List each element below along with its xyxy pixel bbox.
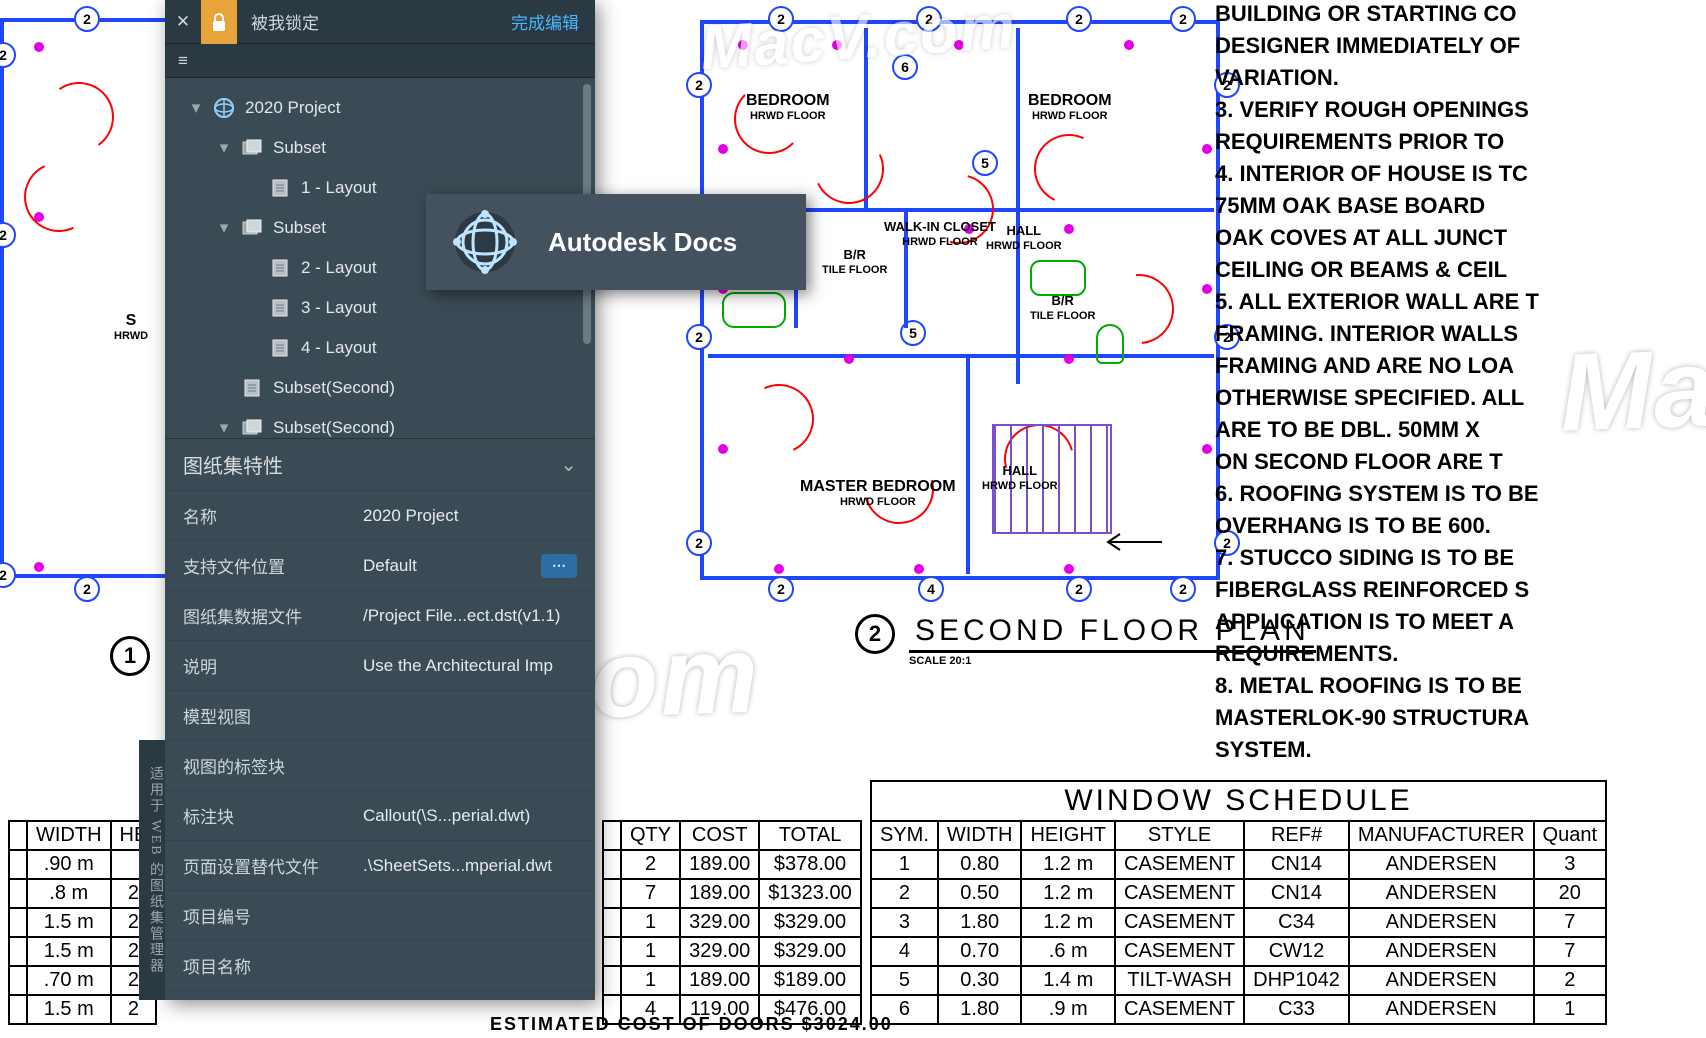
- door-table-left: WIDTHHE.90 m.8 m21.5 m21.5 m2.70 m21.5 m…: [8, 820, 157, 1025]
- property-row[interactable]: 图纸集数据文件/Project File...ect.dst(v1.1): [165, 590, 595, 640]
- property-label: 页面设置替代文件: [183, 853, 363, 878]
- close-icon[interactable]: ✕: [165, 12, 201, 32]
- table-row: .90 m: [9, 850, 156, 879]
- subset-icon: [241, 217, 263, 239]
- property-value[interactable]: /Project File...ect.dst(v1.1): [363, 606, 577, 626]
- tree-label: Subset(Second): [273, 378, 595, 398]
- tree-item[interactable]: Subset(Second): [171, 368, 595, 408]
- tree-label: 4 - Layout: [301, 338, 595, 358]
- table-row: 1.5 m2: [9, 908, 156, 937]
- table-row: 1.5 m2: [9, 937, 156, 966]
- table-row: 31.801.2 mCASEMENTC34ANDERSEN7: [871, 908, 1606, 937]
- cost-table: QTYCOSTTOTAL2189.00$378.007189.00$1323.0…: [602, 820, 862, 1025]
- property-label: 项目名称: [183, 953, 363, 978]
- sheetset-icon: [213, 97, 235, 119]
- property-label: 标注块: [183, 803, 363, 828]
- table-row: 20.501.2 mCASEMENTCN14ANDERSEN20: [871, 879, 1606, 908]
- sheet-icon: [269, 297, 291, 319]
- menu-icon[interactable]: ≡: [165, 51, 201, 71]
- chevron-down-icon[interactable]: ▾: [217, 141, 231, 155]
- chevron-down-icon[interactable]: ▾: [217, 421, 231, 435]
- locked-by-label: 被我锁定: [237, 9, 495, 34]
- arrow-left-icon: [1104, 532, 1164, 552]
- property-row[interactable]: 项目编号: [165, 890, 595, 940]
- property-label: 支持文件位置: [183, 553, 363, 578]
- table-row: .8 m2: [9, 879, 156, 908]
- tree-label: 3 - Layout: [301, 298, 595, 318]
- property-label: 图纸集数据文件: [183, 603, 363, 628]
- table-row: 7189.00$1323.00: [603, 879, 861, 908]
- general-notes: BUILDING OR STARTING CODESIGNER IMMEDIAT…: [1215, 0, 1675, 768]
- table-row: 10.801.2 mCASEMENTCN14ANDERSEN3: [871, 850, 1606, 879]
- property-row[interactable]: 标注块Callout(\S...perial.dwt): [165, 790, 595, 840]
- table-row: 2189.00$378.00: [603, 850, 861, 879]
- estimated-cost-line: ESTIMATED COST OF DOORS $3024.00: [490, 1014, 893, 1035]
- property-value[interactable]: Default: [363, 556, 535, 576]
- table-row: 50.301.4 mTILT-WASHDHP1042ANDERSEN2: [871, 966, 1606, 995]
- bullet-icon: [245, 301, 259, 315]
- property-value[interactable]: Use the Architectural Imp: [363, 656, 577, 676]
- property-row[interactable]: 项目阶段: [165, 990, 595, 1000]
- tree-item[interactable]: 3 - Layout: [171, 288, 595, 328]
- window-schedule-table: WINDOW SCHEDULE SYM.WIDTHHEIGHTSTYLEREF#…: [870, 780, 1607, 1025]
- tree-root[interactable]: ▾ 2020 Project: [171, 88, 595, 128]
- property-row[interactable]: 说明Use the Architectural Imp: [165, 640, 595, 690]
- subset-icon: [241, 137, 263, 159]
- tree-item[interactable]: ▾ Subset: [171, 128, 595, 168]
- properties-list[interactable]: 名称2020 Project 支持文件位置Default ⋯ 图纸集数据文件/Proj…: [165, 490, 595, 1000]
- finish-edit-button[interactable]: 完成编辑: [495, 9, 595, 34]
- bullet-icon: [245, 181, 259, 195]
- property-row[interactable]: 模型视图: [165, 690, 595, 740]
- tooltip-label: Autodesk Docs: [548, 227, 737, 258]
- table-row: 1329.00$329.00: [603, 937, 861, 966]
- table-row: 1329.00$329.00: [603, 908, 861, 937]
- property-row[interactable]: 视图的标签块: [165, 740, 595, 790]
- sheet-icon: [269, 337, 291, 359]
- property-label: 模型视图: [183, 703, 363, 728]
- table-row: 40.70.6 mCASEMENTCW12ANDERSEN7: [871, 937, 1606, 966]
- property-label: 名称: [183, 503, 363, 528]
- browse-button[interactable]: ⋯: [541, 554, 577, 578]
- table-row: 1189.00$189.00: [603, 966, 861, 995]
- property-value[interactable]: .\SheetSets...mperial.dwt: [363, 856, 577, 876]
- property-label: 说明: [183, 653, 363, 678]
- tree-item[interactable]: ▾ Subset(Second): [171, 408, 595, 438]
- bullet-icon: [245, 261, 259, 275]
- property-row[interactable]: 页面设置替代文件.\SheetSets...mperial.dwt: [165, 840, 595, 890]
- property-label: 项目编号: [183, 903, 363, 928]
- sheet-icon: [269, 257, 291, 279]
- autodesk-docs-icon: [450, 207, 520, 277]
- chevron-down-icon[interactable]: ▾: [189, 101, 203, 115]
- tree-label: Subset: [273, 138, 595, 158]
- tree-label: Subset(Second): [273, 418, 595, 438]
- chevron-down-icon[interactable]: ▾: [217, 221, 231, 235]
- sheet-set-manager-panel[interactable]: 适用于 WEB 的图纸集管理器 ✕ 被我锁定 完成编辑 ≡ ▾ 2020 Pro…: [165, 0, 595, 1000]
- bullet-icon: [217, 381, 231, 395]
- autodesk-docs-tooltip: Autodesk Docs: [426, 194, 806, 290]
- chevron-down-icon[interactable]: ⌄: [560, 452, 577, 477]
- property-row[interactable]: 名称2020 Project: [165, 490, 595, 540]
- lock-icon: [201, 0, 237, 44]
- plan-badge-left: 1: [110, 636, 150, 676]
- property-value[interactable]: Callout(\S...perial.dwt): [363, 806, 577, 826]
- property-row[interactable]: 项目名称: [165, 940, 595, 990]
- table-row: .70 m2: [9, 966, 156, 995]
- floor-plan-main: 2 2 2 2 2 2 2 2 2 2 2 4 2 2 6 5 5: [700, 20, 1220, 580]
- properties-header[interactable]: 图纸集特性 ⌄: [165, 438, 595, 490]
- subset-icon: [241, 417, 263, 438]
- bullet-icon: [245, 341, 259, 355]
- property-row[interactable]: 支持文件位置Default ⋯: [165, 540, 595, 590]
- property-label: 视图的标签块: [183, 753, 363, 778]
- tree-label: 2020 Project: [245, 98, 595, 118]
- tree-item[interactable]: 4 - Layout: [171, 328, 595, 368]
- sheet-icon: [269, 177, 291, 199]
- panel-side-tab[interactable]: 适用于 WEB 的图纸集管理器: [139, 740, 165, 1000]
- table-row: 1.5 m2: [9, 995, 156, 1024]
- sheet-icon: [241, 377, 263, 399]
- property-value[interactable]: 2020 Project: [363, 506, 577, 526]
- table-row: 61.80.9 mCASEMENTC33ANDERSEN1: [871, 995, 1606, 1024]
